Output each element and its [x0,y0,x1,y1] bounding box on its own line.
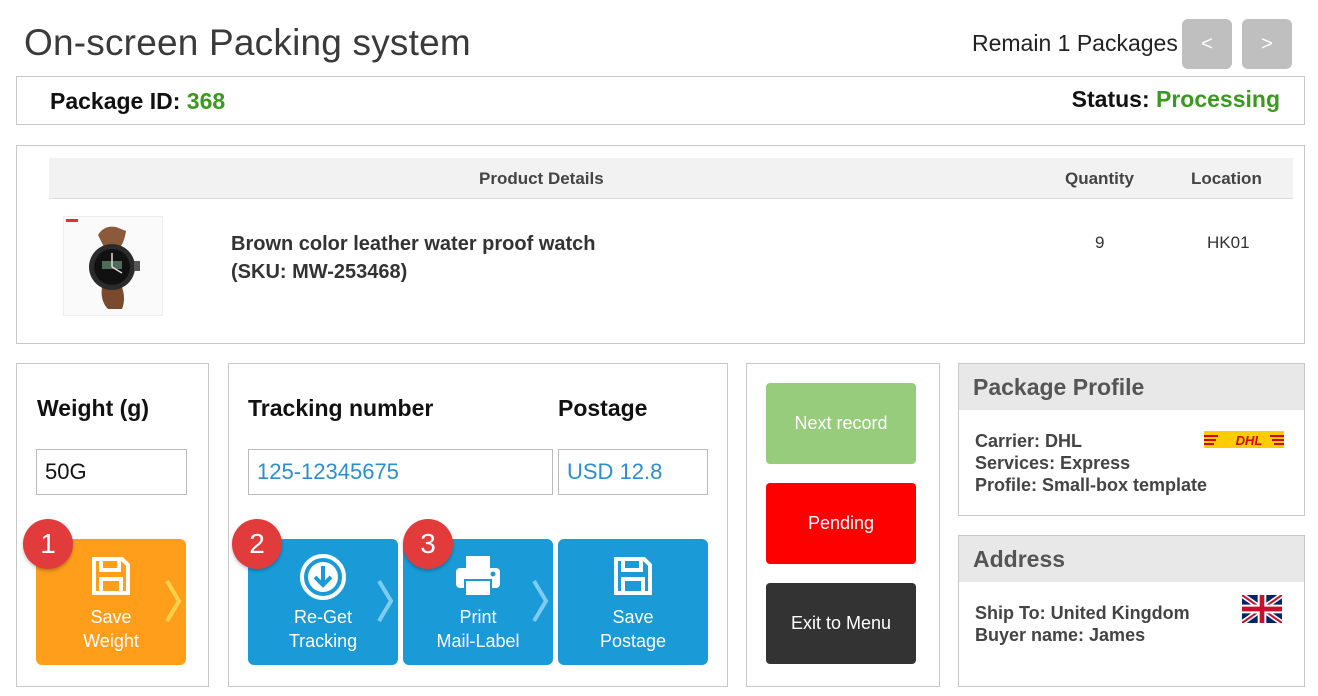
pending-button[interactable]: Pending [766,483,916,564]
remaining-packages: Remain 1 Packages [972,30,1178,56]
save-postage-line1: Save [612,607,654,627]
chevron-right-icon [164,579,182,629]
download-circle-icon [299,553,347,607]
printer-icon [453,553,503,605]
product-quantity: 9 [1095,233,1105,252]
chevron-right-icon [531,579,549,629]
next-package-button[interactable]: > [1242,19,1292,69]
package-info-bar: Package ID: 368 Status: Processing [16,76,1305,125]
dhl-logo: DHL [1204,431,1284,448]
dhl-logo-text: DHL [1236,433,1263,448]
services-text: Services: Express [975,453,1131,473]
package-profile-body: Carrier: DHL Services: Express Profile: … [959,410,1304,496]
status-value: Processing [1156,86,1280,112]
product-sku: (SKU: MW-253468) [231,261,408,283]
save-postage-line2: Postage [599,631,667,651]
package-profile-title: Package Profile [959,364,1304,410]
package-id: Package ID: 368 [50,88,225,115]
save-postage-button[interactable]: Save Postage [558,539,708,665]
save-postage-label: Save Postage [558,605,708,653]
postage-input[interactable] [558,449,708,495]
weight-label: Weight (g) [37,395,149,421]
page-title: On-screen Packing system [24,22,471,63]
action-panel: Next record Pending Exit to Menu [746,363,940,687]
prev-package-button[interactable]: < [1182,19,1232,69]
next-record-button[interactable]: Next record [766,383,916,464]
step-badge-3: 3 [403,519,453,569]
product-title: Brown color leather water proof watch [231,233,596,255]
watch-product-image [63,216,163,316]
chevron-right-icon [376,579,394,629]
step-badge-1: 1 [23,519,73,569]
package-id-value: 368 [186,88,226,114]
product-name: Brown color leather water proof watch (S… [231,230,596,286]
address-panel: Address Ship To: United Kingdom Buyer na… [958,535,1305,687]
status-label: Status: [1071,86,1150,112]
package-status: Status: Processing [1072,86,1280,113]
table-header: Product Details Quantity Location [49,158,1293,199]
print-line2: Mail-Label [436,631,520,651]
reget-line2: Tracking [288,631,358,651]
header-location: Location [1191,169,1262,188]
buyer-name-text: Buyer name: James [975,625,1146,645]
package-id-label: Package ID: [50,88,181,114]
tracking-number-label: Tracking number [248,395,434,421]
save-weight-line2: Weight [83,631,139,651]
floppy-disk-icon [88,553,134,605]
product-location: HK01 [1207,233,1250,252]
tracking-panel: Tracking number Postage Re-Get Tracking [228,363,728,687]
weight-input[interactable] [36,449,187,495]
address-title: Address [959,536,1304,582]
step-badge-2: 2 [232,519,282,569]
weight-panel: Weight (g) Save Weight 1 [16,363,209,687]
floppy-disk-icon [610,553,656,605]
profile-text: Profile: Small-box template [975,475,1208,495]
header-quantity: Quantity [1065,169,1134,188]
postage-label: Postage [558,395,648,421]
exit-to-menu-button[interactable]: Exit to Menu [766,583,916,664]
product-table: Product Details Quantity Location Brown … [16,145,1305,344]
address-body: Ship To: United Kingdom Buyer name: Jame… [959,582,1304,646]
header-product-details: Product Details [479,169,604,188]
package-profile-panel: Package Profile Carrier: DHL Services: E… [958,363,1305,516]
tracking-number-input[interactable] [248,449,553,495]
uk-flag-icon [1240,592,1284,626]
